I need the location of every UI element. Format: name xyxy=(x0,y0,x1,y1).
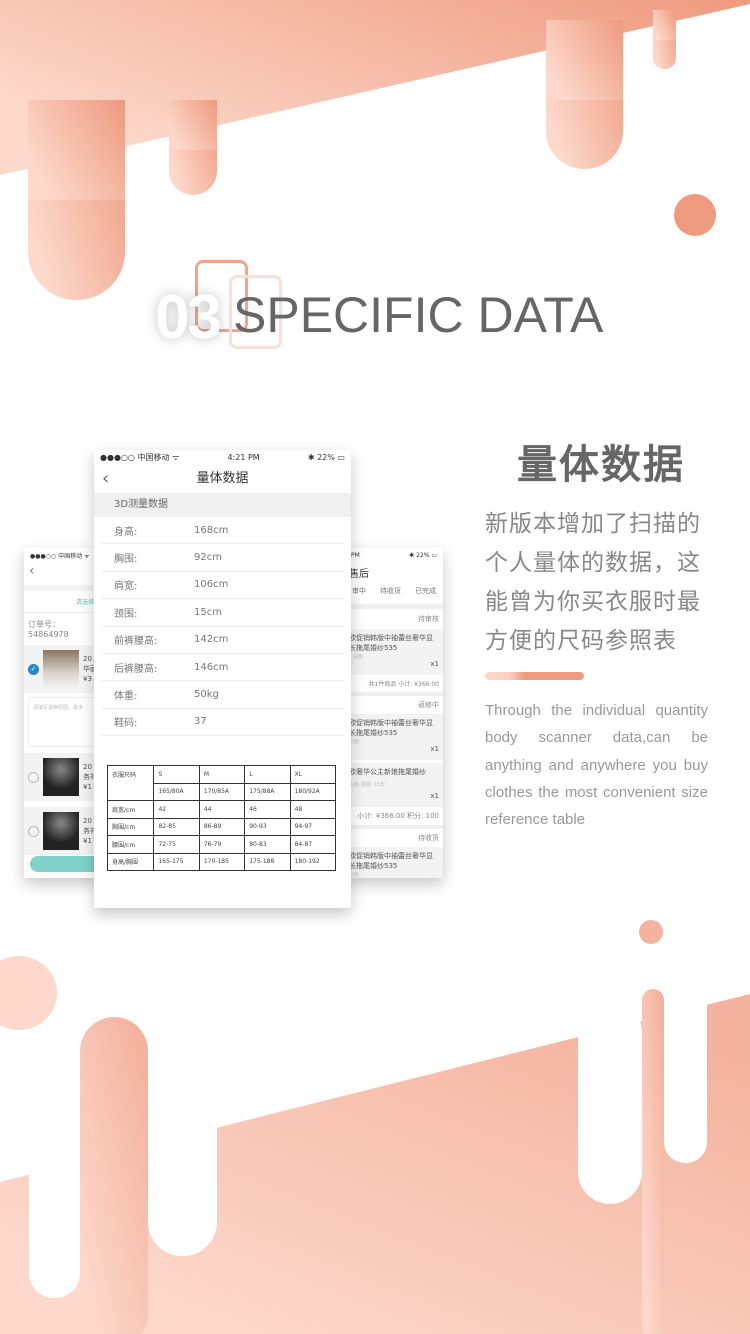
checkbox-icon[interactable] xyxy=(28,825,39,837)
status-bar: ●●●○○ 中国移动 ᯤ xyxy=(30,553,90,560)
measurement-label: 体重: xyxy=(114,691,138,703)
product-image xyxy=(43,812,79,850)
measurement-value: 50kg xyxy=(194,689,219,701)
order-card[interactable]: 待审核 欧促销韩版中袖蕾丝奢华显长拖尾婚纱535 白色 x1 共1件商品 小计:… xyxy=(345,609,443,692)
status-time: 4:21 PM xyxy=(227,453,260,462)
measurement-row: 体重: 50kg xyxy=(101,681,344,709)
product-image xyxy=(43,650,79,688)
phone-aftersale-screen: PM ✱ 22% ▭ 售后 审中 待收货 已完成 待审核 欧促销韩版中袖蕾丝奢华显… xyxy=(345,548,443,878)
status-battery: ✱ 22% ▭ xyxy=(409,552,437,559)
table-cell: 48 xyxy=(289,800,337,819)
table-row: 肩宽/cm 42 44 46 48 xyxy=(106,800,337,819)
phone-return-screen: ●●●○○ 中国移动 ᯤ ‹ 请选择退 订单号：54864978 ✓ 20 华丽 ¥… xyxy=(24,548,100,878)
table-cell: 82-85 xyxy=(153,817,200,836)
product-image xyxy=(43,758,79,796)
section-number: 03 xyxy=(155,283,222,352)
measurement-row: 胸围: 92cm xyxy=(101,544,344,572)
measurement-label: 肩宽: xyxy=(114,581,138,593)
measurement-value: 92cm xyxy=(194,552,222,564)
table-cell: 180-192 xyxy=(289,852,337,871)
submit-button[interactable] xyxy=(30,856,100,872)
phone-body-data-screen: ●●●○○ 中国移动 ᯤ 4:21 PM ✱ 22% ▭ ‹ 量体数据 3D测量… xyxy=(94,450,351,908)
back-icon[interactable]: ‹ xyxy=(102,465,109,493)
measurement-label: 胸围: xyxy=(114,554,138,566)
order-title: 欧促销韩版中袖蕾丝奢华显长拖尾婚纱535 xyxy=(349,634,433,652)
table-cell: 72-75 xyxy=(153,835,200,854)
status-carrier: ●●●○○ 中国移动 ᯤ xyxy=(100,453,180,462)
measurement-value: 15cm xyxy=(194,606,222,618)
measurement-row: 肩宽: 106cm xyxy=(101,572,344,600)
measurement-label: 前裤腰高: xyxy=(114,636,158,648)
measurement-row: 后裤腰高: 146cm xyxy=(101,654,344,682)
nav-title: 售后 xyxy=(349,569,369,580)
nav-bar: ‹ 量体数据 xyxy=(94,465,351,493)
table-row: 衣服尺码 S M L XL xyxy=(106,765,337,801)
table-cell: 肩宽/cm xyxy=(106,800,155,819)
order-status: 待审核 xyxy=(418,615,439,623)
table-cell: 身高/胸围 xyxy=(106,852,155,871)
tab-bar: 审中 待收货 已完成 xyxy=(345,586,443,609)
section-header: 3D测量数据 xyxy=(94,493,351,517)
tab-completed[interactable]: 已完成 xyxy=(415,586,436,596)
table-cell: 165-175 xyxy=(153,852,200,871)
table-cell: 44 xyxy=(198,800,246,819)
order-number: 订单号：54864978 xyxy=(24,612,100,645)
section-heading: 03 SPECIFIC DATA xyxy=(155,260,615,352)
checkbox-checked-icon[interactable]: ✓ xyxy=(28,663,39,675)
select-hint: 请选择退 xyxy=(24,585,100,612)
reason-input[interactable]: 请填写退换原因，最多 xyxy=(28,697,96,747)
list-item[interactable]: ✓ 20 华丽 ¥3 xyxy=(24,645,100,693)
feature-description-cn: 新版本增加了扫描的个人量体的数据，这能曾为你买衣服时最方便的尺码参照表 xyxy=(485,511,701,654)
measurement-value: 142cm xyxy=(194,634,229,646)
measurement-value: 106cm xyxy=(194,579,229,591)
table-row: 身高/胸围 165-175 170-185 175-188 180-192 xyxy=(106,852,337,871)
status-battery: ✱ 22% ▭ xyxy=(307,453,345,462)
measurement-label: 颈围: xyxy=(114,608,138,620)
measurement-row: 前裤腰高: 142cm xyxy=(101,627,344,654)
measurement-value: 146cm xyxy=(194,661,229,673)
order-card[interactable]: 返修中 欧促销韩版中袖蕾丝奢华显长拖尾婚纱535 白色 x1 欧奢华公主新娘拖尾… xyxy=(345,692,443,825)
status-bar: ●●●○○ 中国移动 ᯤ 4:21 PM ✱ 22% ▭ xyxy=(94,450,351,465)
checkbox-icon[interactable] xyxy=(28,771,39,783)
table-cell: 175-188 xyxy=(244,852,291,871)
table-cell: 94-97 xyxy=(289,817,337,836)
measurement-value: 168cm xyxy=(194,524,229,536)
accent-bar xyxy=(485,672,584,680)
table-cell: 80-83 xyxy=(244,835,291,854)
list-item[interactable]: 20 务礼 ¥1 xyxy=(24,753,100,801)
nav-title: 量体数据 xyxy=(196,471,249,486)
measurement-row: 鞋码: 37 xyxy=(101,709,344,737)
tab-awaiting-receipt[interactable]: 待收货 xyxy=(380,586,401,596)
measurement-label: 鞋码: xyxy=(114,718,138,730)
status-time: PM xyxy=(351,552,360,559)
table-cell: 胸围/cm xyxy=(106,817,155,836)
table-cell: 170-185 xyxy=(198,852,246,871)
feature-title: 量体数据 xyxy=(517,442,685,488)
measurement-row: 颈围: 15cm xyxy=(101,599,344,627)
table-cell: 90-93 xyxy=(244,817,291,836)
back-icon[interactable]: ‹ xyxy=(24,563,100,585)
measurement-value: 37 xyxy=(194,716,207,728)
table-cell: 76-79 xyxy=(198,835,246,854)
table-row: 胸围/cm 82-85 86-89 90-93 94-97 xyxy=(106,817,337,836)
measurement-label: 后裤腰高: xyxy=(114,663,158,675)
table-cell: 84-87 xyxy=(289,835,337,854)
tab-in-progress[interactable]: 审中 xyxy=(352,586,366,596)
section-title: SPECIFIC DATA xyxy=(233,287,604,343)
table-cell: 86-89 xyxy=(198,817,246,836)
size-table: 衣服尺码 S M L XL 165/80A 170/85A 175/88A 18… xyxy=(106,765,337,871)
measurement-row: 身高: 168cm xyxy=(101,517,344,545)
table-cell: 42 xyxy=(153,800,200,819)
table-row: 腰围/cm 72-75 76-79 80-83 84-87 xyxy=(106,835,337,854)
table-cell: 腰围/cm xyxy=(106,835,155,854)
measurement-label: 身高: xyxy=(114,526,138,538)
order-card[interactable]: 待收货 欧促销韩版中袖蕾丝奢华显长拖尾婚纱535 白色 xyxy=(345,825,443,878)
table-cell: 46 xyxy=(244,800,291,819)
feature-description-en: Through the individual quantity body sca… xyxy=(485,702,708,829)
list-item[interactable]: 20 务礼 ¥1 xyxy=(24,807,100,855)
